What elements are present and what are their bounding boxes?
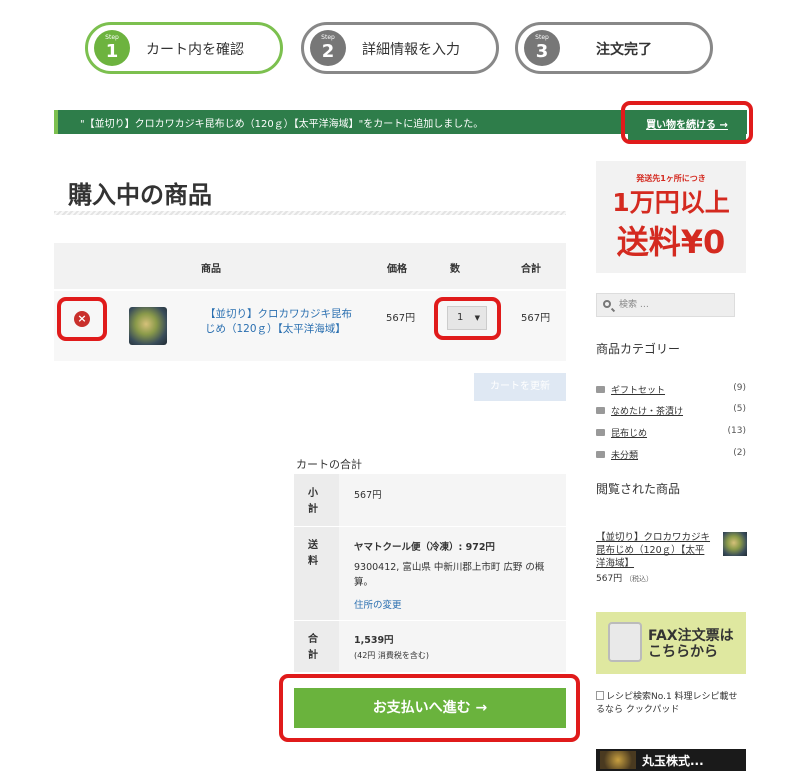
fax-machine-icon: [608, 622, 642, 662]
header-product: 商品: [201, 264, 221, 275]
step-2-label: 詳細情報を入力: [362, 42, 460, 58]
step-3-number: 3: [535, 41, 549, 62]
cart-table-header: 商品 価格 数 合計: [54, 243, 566, 289]
categories-title: 商品カテゴリー: [596, 342, 681, 356]
header-qty: 数: [450, 264, 460, 275]
fax-banner-text: FAX注文票はこちらから: [648, 628, 734, 660]
folder-icon: [596, 429, 605, 436]
category-link[interactable]: 昆布じめ: [611, 426, 647, 439]
banner-line-2: 1万円以上: [612, 188, 730, 217]
free-shipping-banner[interactable]: 発送先1ヶ所につき 1万円以上 送料¥0: [596, 161, 746, 273]
category-link[interactable]: ギフトセット: [611, 383, 665, 396]
viewed-product-thumbnail[interactable]: [723, 532, 747, 556]
category-link[interactable]: 未分類: [611, 448, 638, 461]
search-input[interactable]: 検索 …: [596, 293, 735, 317]
notice-message: "【並切り】クロカワカジキ昆布じめ（120ｇ）【太平洋海域】"をカートに追加しま…: [80, 119, 484, 130]
highlight-remove: [57, 297, 107, 341]
step-1-cart: Step 1 カート内を確認: [85, 22, 283, 74]
step-1-badge: Step 1: [94, 30, 130, 66]
step-1-number: 1: [105, 41, 119, 62]
marutama-text: 丸玉株式...: [642, 754, 704, 768]
item-subtotal: 567円: [521, 313, 551, 324]
step-2-details: Step 2 詳細情報を入力: [301, 22, 499, 74]
step-1-label: カート内を確認: [146, 42, 244, 58]
folder-icon: [596, 407, 605, 414]
category-count: (2): [733, 448, 746, 458]
fax-order-banner[interactable]: FAX注文票はこちらから: [596, 612, 746, 674]
divider: [294, 620, 566, 621]
product-thumbnail[interactable]: [129, 307, 167, 345]
shipping-address: 9300412, 富山県 中新川郡上市町 広野 の概算。: [354, 562, 545, 588]
cookpad-banner-link[interactable]: レシピ検索No.1 料理レシピ載せるなら クックパッド: [596, 691, 746, 717]
viewed-product-price: 567円 （税込）: [596, 571, 653, 584]
list-item: 昆布じめ (13): [596, 426, 746, 440]
update-cart-button[interactable]: カートを更新: [474, 373, 566, 401]
header-price: 価格: [387, 264, 407, 275]
folder-icon: [596, 386, 605, 393]
viewed-products-title: 閲覧された商品: [596, 482, 681, 496]
search-placeholder: 検索 …: [619, 300, 649, 310]
list-item: なめたけ・茶漬け (5): [596, 404, 746, 418]
highlight-quantity: [434, 297, 501, 340]
change-address-link[interactable]: 住所の変更: [354, 598, 402, 613]
cookpad-alt-text: レシピ検索No.1 料理レシピ載せるなら クックパッド: [596, 692, 738, 715]
divider: [294, 526, 566, 527]
category-count: (13): [727, 426, 746, 436]
viewed-price-value: 567円: [596, 574, 623, 584]
shipping-label: 送料: [308, 540, 318, 567]
highlight-checkout: [279, 674, 580, 742]
shipping-method: ヤマトクール便（冷凍）: 972円: [354, 542, 495, 553]
total-label: 合計: [308, 634, 318, 661]
step-1-step-label: Step: [105, 34, 119, 41]
banner-line-3: 送料¥0: [616, 223, 726, 261]
item-price: 567円: [386, 313, 416, 324]
step-2-step-label: Step: [321, 34, 335, 41]
category-link[interactable]: なめたけ・茶漬け: [611, 404, 683, 417]
viewed-price-tax: （税込）: [625, 575, 654, 583]
subtotal-label: 小計: [308, 488, 318, 515]
header-total: 合計: [521, 264, 541, 275]
highlight-continue: [621, 101, 753, 144]
marutama-image: [600, 751, 636, 769]
title-underline: [54, 211, 566, 215]
list-item: ギフトセット (9): [596, 383, 746, 397]
search-icon: [603, 300, 611, 308]
total-tax: (42円 消費税を含む): [354, 651, 429, 660]
category-count: (9): [733, 383, 746, 393]
cart-totals-table: 小計 567円 送料 ヤマトクール便（冷凍）: 972円 9300412, 富山…: [294, 474, 566, 672]
subtotal-value: 567円: [354, 490, 382, 501]
folder-icon: [596, 451, 605, 458]
product-name-link[interactable]: 【並切り】クロカワカジキ昆布じめ（120ｇ）【太平洋海域】: [205, 307, 355, 337]
step-3-badge: Step 3: [524, 30, 560, 66]
total-value: 1,539円: [354, 635, 394, 646]
step-2-number: 2: [321, 41, 335, 62]
step-3-complete: Step 3 注文完了: [515, 22, 713, 74]
category-count: (5): [733, 404, 746, 414]
step-3-label: 注文完了: [596, 42, 652, 58]
page-title: 購入中の商品: [68, 180, 212, 209]
broken-image-icon: [596, 691, 604, 700]
step-3-step-label: Step: [535, 34, 549, 41]
step-2-badge: Step 2: [310, 30, 346, 66]
cart-totals-heading: カートの合計: [296, 458, 362, 471]
list-item: 未分類 (2): [596, 448, 746, 462]
viewed-product-link[interactable]: 【並切り】クロカワカジキ昆布じめ（120ｇ）【太平洋海域】: [596, 531, 711, 570]
marutama-banner[interactable]: 丸玉株式...: [596, 749, 746, 771]
